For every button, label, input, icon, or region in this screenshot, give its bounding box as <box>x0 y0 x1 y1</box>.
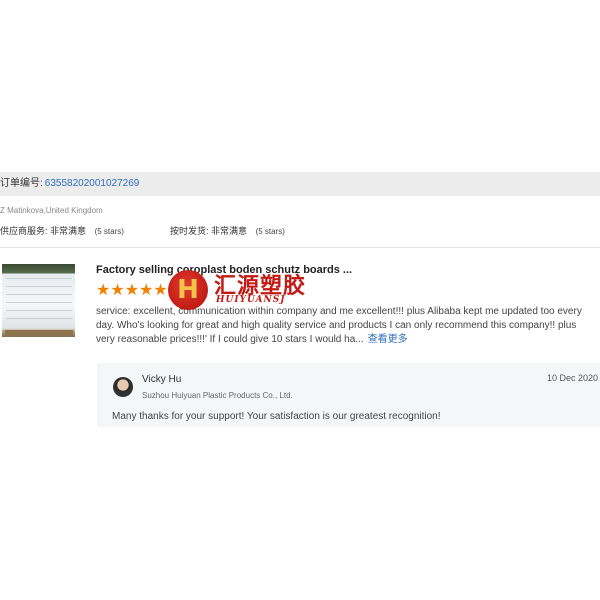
supplier-service-stars: (5 stars) <box>94 227 124 236</box>
shipping-value: 非常满意 <box>211 226 248 236</box>
star-rating: ★★★★★ <box>96 282 168 299</box>
logo-badge-letter: H <box>177 275 199 305</box>
sheet-line <box>6 286 72 287</box>
reply-author-name: Vicky Hu <box>142 374 182 385</box>
shipping-rating: 按时发货: 非常满意 (5 stars) <box>170 224 285 237</box>
reply-company: Suzhou Huiyuan Plastic Products Co., Ltd… <box>142 391 293 400</box>
sheet-line <box>6 302 72 303</box>
shipping-label: 按时发货: <box>170 226 209 236</box>
buyer-info: Z Matinkova,United Kingdom <box>0 206 103 215</box>
product-thumbnail[interactable] <box>2 264 75 337</box>
logo-english-name: HUIYUANSJ <box>216 295 286 305</box>
review-page: 订单编号: 63558202001027269 Z Matinkova,Unite… <box>0 0 600 600</box>
order-number-label: 订单编号: <box>0 178 43 189</box>
order-bar: 订单编号: 63558202001027269 <box>0 172 600 196</box>
sheet-line <box>6 294 72 295</box>
logo-badge: H <box>168 270 208 310</box>
sheet-line <box>6 278 72 279</box>
shipping-stars: (5 stars) <box>255 227 285 236</box>
pallet <box>5 330 73 337</box>
supplier-reply: Vicky Hu Suzhou Huiyuan Plastic Products… <box>97 363 600 427</box>
watermark-logo: H 汇源塑胶 HUIYUANSJ <box>168 266 318 312</box>
sheet-line <box>6 318 72 319</box>
order-number[interactable]: 63558202001027269 <box>45 178 140 189</box>
supplier-service-rating: 供应商服务: 非常满意 (5 stars) <box>0 226 124 236</box>
reply-text: Many thanks for your support! Your satis… <box>112 411 441 422</box>
ratings-row: 供应商服务: 非常满意 (5 stars) 按时发货: 非常满意 (5 star… <box>0 224 285 237</box>
see-more-link[interactable]: 查看更多 <box>368 334 408 345</box>
avatar <box>113 377 133 397</box>
divider <box>0 247 600 248</box>
reply-date: 10 Dec 2020 <box>546 373 598 383</box>
supplier-service-value: 非常满意 <box>50 226 87 236</box>
supplier-service-label: 供应商服务: <box>0 226 48 236</box>
sheet-line <box>6 310 72 311</box>
